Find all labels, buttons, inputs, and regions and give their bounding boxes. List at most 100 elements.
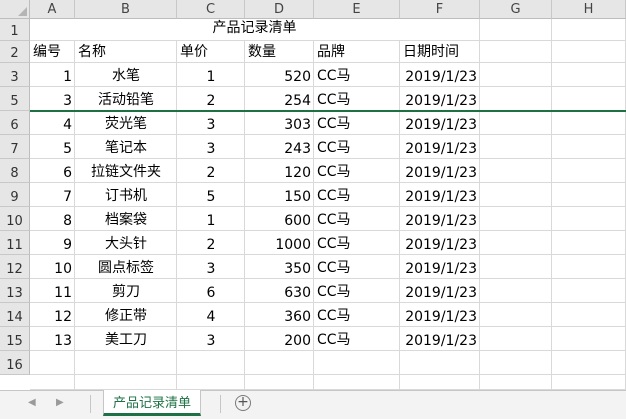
row-header-6[interactable]: 6 — [0, 111, 30, 135]
quantity-cell[interactable]: 600 — [245, 207, 314, 231]
name-cell[interactable]: 美工刀 — [75, 327, 177, 351]
id-cell[interactable]: 9 — [30, 231, 75, 255]
quantity-cell[interactable]: 1000 — [245, 231, 314, 255]
name-cell[interactable]: 修正带 — [75, 303, 177, 327]
quantity-cell[interactable]: 350 — [245, 255, 314, 279]
brand-cell[interactable]: CC马 — [314, 135, 400, 159]
price-cell[interactable]: 4 — [177, 303, 245, 327]
date-cell[interactable]: 2019/1/23 — [400, 159, 480, 183]
name-cell[interactable]: 档案袋 — [75, 207, 177, 231]
price-cell[interactable]: 3 — [177, 255, 245, 279]
price-cell[interactable]: 2 — [177, 231, 245, 255]
name-cell[interactable]: 活动铅笔 — [75, 87, 177, 111]
id-cell[interactable]: 12 — [30, 303, 75, 327]
id-cell[interactable]: 1 — [30, 63, 75, 87]
name-cell[interactable]: 水笔 — [75, 63, 177, 87]
row-header-12[interactable]: 12 — [0, 255, 30, 279]
id-cell[interactable]: 5 — [30, 135, 75, 159]
price-cell[interactable]: 6 — [177, 279, 245, 303]
row-header-5[interactable]: 5 — [0, 87, 30, 111]
date-cell[interactable]: 2019/1/23 — [400, 87, 480, 111]
row-header-8[interactable]: 8 — [0, 159, 30, 183]
id-cell[interactable]: 6 — [30, 159, 75, 183]
price-cell[interactable]: 1 — [177, 207, 245, 231]
id-cell[interactable]: 13 — [30, 327, 75, 351]
row-header-7[interactable]: 7 — [0, 135, 30, 159]
sheet-tab-active[interactable]: 产品记录清单 — [103, 390, 201, 416]
brand-cell[interactable]: CC马 — [314, 207, 400, 231]
select-all-corner[interactable] — [0, 0, 30, 19]
name-cell[interactable]: 拉链文件夹 — [75, 159, 177, 183]
quantity-cell[interactable]: 630 — [245, 279, 314, 303]
date-cell[interactable]: 2019/1/23 — [400, 111, 480, 135]
column-header-f[interactable]: F — [400, 0, 480, 19]
row-header-14[interactable]: 14 — [0, 303, 30, 327]
column-header-b[interactable]: B — [75, 0, 177, 19]
id-cell[interactable]: 3 — [30, 87, 75, 111]
column-header-e[interactable]: E — [314, 0, 400, 19]
quantity-cell[interactable]: 360 — [245, 303, 314, 327]
price-cell[interactable]: 1 — [177, 63, 245, 87]
date-cell[interactable]: 2019/1/23 — [400, 255, 480, 279]
date-cell[interactable]: 2019/1/23 — [400, 303, 480, 327]
price-cell[interactable]: 3 — [177, 327, 245, 351]
row-header-3[interactable]: 3 — [0, 63, 30, 87]
id-cell[interactable]: 8 — [30, 207, 75, 231]
brand-cell[interactable]: CC马 — [314, 231, 400, 255]
id-cell[interactable]: 10 — [30, 255, 75, 279]
quantity-cell[interactable]: 254 — [245, 87, 314, 111]
date-cell[interactable]: 2019/1/23 — [400, 63, 480, 87]
row-header-15[interactable]: 15 — [0, 327, 30, 351]
quantity-cell[interactable]: 150 — [245, 183, 314, 207]
scroll-right-icon[interactable]: ▶ — [56, 397, 64, 408]
price-cell[interactable]: 5 — [177, 183, 245, 207]
column-header-g[interactable]: G — [480, 0, 552, 19]
brand-cell[interactable]: CC马 — [314, 159, 400, 183]
date-cell[interactable]: 2019/1/23 — [400, 327, 480, 351]
date-cell[interactable]: 2019/1/23 — [400, 135, 480, 159]
brand-cell[interactable]: CC马 — [314, 255, 400, 279]
id-cell[interactable]: 4 — [30, 111, 75, 135]
quantity-cell[interactable]: 243 — [245, 135, 314, 159]
brand-cell[interactable]: CC马 — [314, 279, 400, 303]
name-cell[interactable]: 荧光笔 — [75, 111, 177, 135]
name-cell[interactable]: 大头针 — [75, 231, 177, 255]
quantity-cell[interactable]: 200 — [245, 327, 314, 351]
date-cell[interactable]: 2019/1/23 — [400, 231, 480, 255]
id-cell[interactable]: 7 — [30, 183, 75, 207]
price-cell[interactable]: 3 — [177, 111, 245, 135]
column-header-a[interactable]: A — [30, 0, 75, 19]
price-cell[interactable]: 3 — [177, 135, 245, 159]
quantity-cell[interactable]: 120 — [245, 159, 314, 183]
name-cell[interactable]: 圆点标签 — [75, 255, 177, 279]
add-sheet-icon[interactable]: + — [235, 395, 251, 411]
row-header-2[interactable]: 2 — [0, 41, 30, 63]
tab-separator — [220, 395, 221, 413]
row-header-11[interactable]: 11 — [0, 231, 30, 255]
date-cell[interactable]: 2019/1/23 — [400, 207, 480, 231]
brand-cell[interactable]: CC马 — [314, 63, 400, 87]
quantity-cell[interactable]: 303 — [245, 111, 314, 135]
row-header-1[interactable]: 1 — [0, 19, 30, 41]
quantity-cell[interactable]: 520 — [245, 63, 314, 87]
price-cell[interactable]: 2 — [177, 159, 245, 183]
grid-hline — [30, 374, 626, 375]
id-cell[interactable]: 11 — [30, 279, 75, 303]
name-cell[interactable]: 笔记本 — [75, 135, 177, 159]
row-header-9[interactable]: 9 — [0, 183, 30, 207]
price-cell[interactable]: 2 — [177, 87, 245, 111]
row-header-16[interactable]: 16 — [0, 351, 30, 375]
brand-cell[interactable]: CC马 — [314, 87, 400, 111]
date-cell[interactable]: 2019/1/23 — [400, 279, 480, 303]
name-cell[interactable]: 订书机 — [75, 183, 177, 207]
brand-cell[interactable]: CC马 — [314, 303, 400, 327]
brand-cell[interactable]: CC马 — [314, 183, 400, 207]
column-header-h[interactable]: H — [552, 0, 626, 19]
row-header-10[interactable]: 10 — [0, 207, 30, 231]
name-cell[interactable]: 剪刀 — [75, 279, 177, 303]
scroll-left-icon[interactable]: ◀ — [28, 397, 36, 408]
brand-cell[interactable]: CC马 — [314, 327, 400, 351]
brand-cell[interactable]: CC马 — [314, 111, 400, 135]
row-header-13[interactable]: 13 — [0, 279, 30, 303]
date-cell[interactable]: 2019/1/23 — [400, 183, 480, 207]
